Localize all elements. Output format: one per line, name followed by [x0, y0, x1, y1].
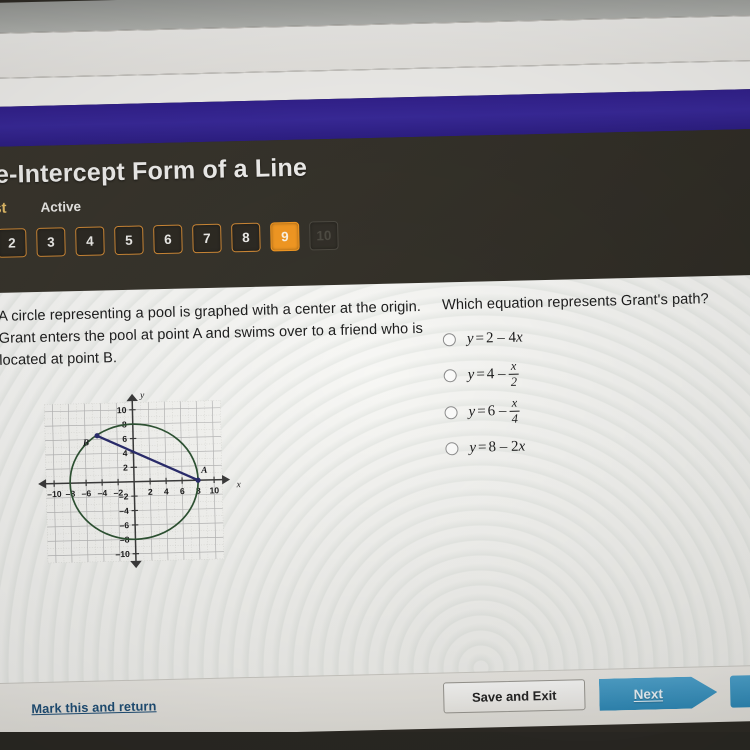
radio-button-a[interactable] — [442, 332, 456, 346]
x-tick-label: 6 — [180, 486, 185, 496]
question-button-6[interactable]: 6 — [153, 224, 183, 255]
fraction-c: x4 — [509, 396, 521, 425]
question-button-8[interactable]: 8 — [231, 222, 261, 253]
question-button-label: 10 — [316, 228, 332, 244]
y-tick-label: 2 — [123, 462, 128, 472]
question-left-column: A circle representing a pool is graphed … — [0, 297, 435, 596]
question-button-3[interactable]: 3 — [36, 227, 66, 257]
question-button-label: 9 — [280, 229, 289, 245]
choice-c[interactable]: y = 6 – x 4 — [444, 391, 750, 426]
choice-text-b: y = 4 – x 2 — [467, 358, 520, 389]
choice-text-c: y = 6 – x 4 — [468, 395, 521, 426]
question-button-10: 10 — [309, 220, 339, 251]
screen-content: lope-Intercept Form of a Line re-Test Ac… — [0, 0, 750, 750]
question-button-label: 5 — [124, 232, 133, 248]
question-button-label: 6 — [163, 231, 172, 247]
question-sheet: A circle representing a pool is graphed … — [0, 274, 750, 714]
choice-list[interactable]: y = 2 – 4x y = 4 – x 2 y = 6 – x 4 y = 8 – 2x — [442, 319, 750, 461]
x-axis-label: x — [236, 480, 242, 490]
choice-d[interactable]: y = 8 – 2x — [445, 428, 750, 461]
submit-button-partial[interactable] — [729, 673, 750, 708]
y-axis-arrow-down — [130, 560, 142, 568]
x-tick-label: –10 — [47, 489, 62, 499]
x-tick-label: –6 — [81, 488, 91, 498]
photo-letterbox-bottom — [0, 732, 750, 750]
x-axis-arrow-right — [221, 474, 231, 485]
next-button[interactable]: Next — [599, 676, 718, 711]
question-button-label: 7 — [202, 230, 211, 247]
choice-text-a: y = 2 – 4x — [466, 329, 523, 347]
question-prompt: Which equation represents Grant's path? — [441, 291, 709, 314]
question-button-4[interactable]: 4 — [75, 226, 105, 257]
status-badge: Active — [40, 198, 82, 215]
x-tick-label: 10 — [209, 485, 219, 495]
x-tick-label: –4 — [97, 488, 107, 498]
graph-svg: –10 –8 –6 –4 –2 2 4 6 8 10–10–8–6–4–2246810xyAB — [38, 391, 242, 568]
choice-text-d: y = 8 – 2x — [469, 438, 526, 456]
y-tick-label: –2 — [119, 491, 129, 501]
question-stem: A circle representing a pool is graphed … — [0, 298, 424, 369]
photographed-screen: lope-Intercept Form of a Line re-Test Ac… — [0, 0, 750, 750]
y-tick-label: –10 — [115, 549, 130, 559]
y-tick-label: 10 — [117, 405, 127, 415]
page-title: lope-Intercept Form of a Line — [0, 153, 308, 190]
question-button-label: 2 — [8, 235, 16, 251]
y-tick-label: –4 — [119, 505, 129, 515]
quiz-header: lope-Intercept Form of a Line re-Test Ac… — [0, 128, 750, 294]
mark-this-and-return-link[interactable]: Mark this and return — [31, 698, 156, 716]
question-button-9[interactable]: 9 — [270, 221, 300, 252]
fraction-b: x2 — [508, 359, 520, 388]
answer-choices-column: Which equation represents Grant's path? … — [442, 289, 750, 585]
radio-button-d[interactable] — [445, 441, 459, 455]
save-and-exit-button[interactable]: Save and Exit — [442, 679, 586, 714]
question-button-7[interactable]: 7 — [192, 223, 222, 254]
test-type-label: re-Test — [0, 199, 7, 218]
x-tick-label: 4 — [164, 486, 169, 496]
question-content: A circle representing a pool is graphed … — [0, 289, 750, 595]
x-axis-arrow-left — [38, 478, 47, 489]
question-button-label: 8 — [241, 229, 250, 246]
y-axis-label: y — [139, 391, 145, 401]
next-button-label: Next — [633, 685, 664, 702]
choice-b[interactable]: y = 4 – x 2 — [443, 354, 750, 389]
question-navigator[interactable]: 12345678910 — [0, 210, 750, 258]
radio-button-b[interactable] — [443, 368, 457, 382]
question-button-5[interactable]: 5 — [114, 225, 144, 256]
point-label-A: A — [200, 464, 207, 474]
point-label-B: B — [82, 437, 89, 447]
question-button-label: 4 — [85, 233, 94, 249]
y-tick-label: –6 — [119, 520, 129, 530]
y-tick-label: 6 — [122, 433, 127, 443]
x-tick-label: 2 — [148, 486, 153, 496]
radio-button-c[interactable] — [444, 405, 458, 419]
question-button-2[interactable]: 2 — [0, 228, 27, 258]
y-axis-arrow-up — [126, 393, 138, 401]
choice-a[interactable]: y = 2 – 4x — [442, 319, 750, 352]
coordinate-graph: –10 –8 –6 –4 –2 2 4 6 8 10 –10 –8 –6 –4 –2 2 4 6 8 10 x y A B — [14, 374, 289, 595]
question-button-label: 3 — [47, 234, 55, 250]
